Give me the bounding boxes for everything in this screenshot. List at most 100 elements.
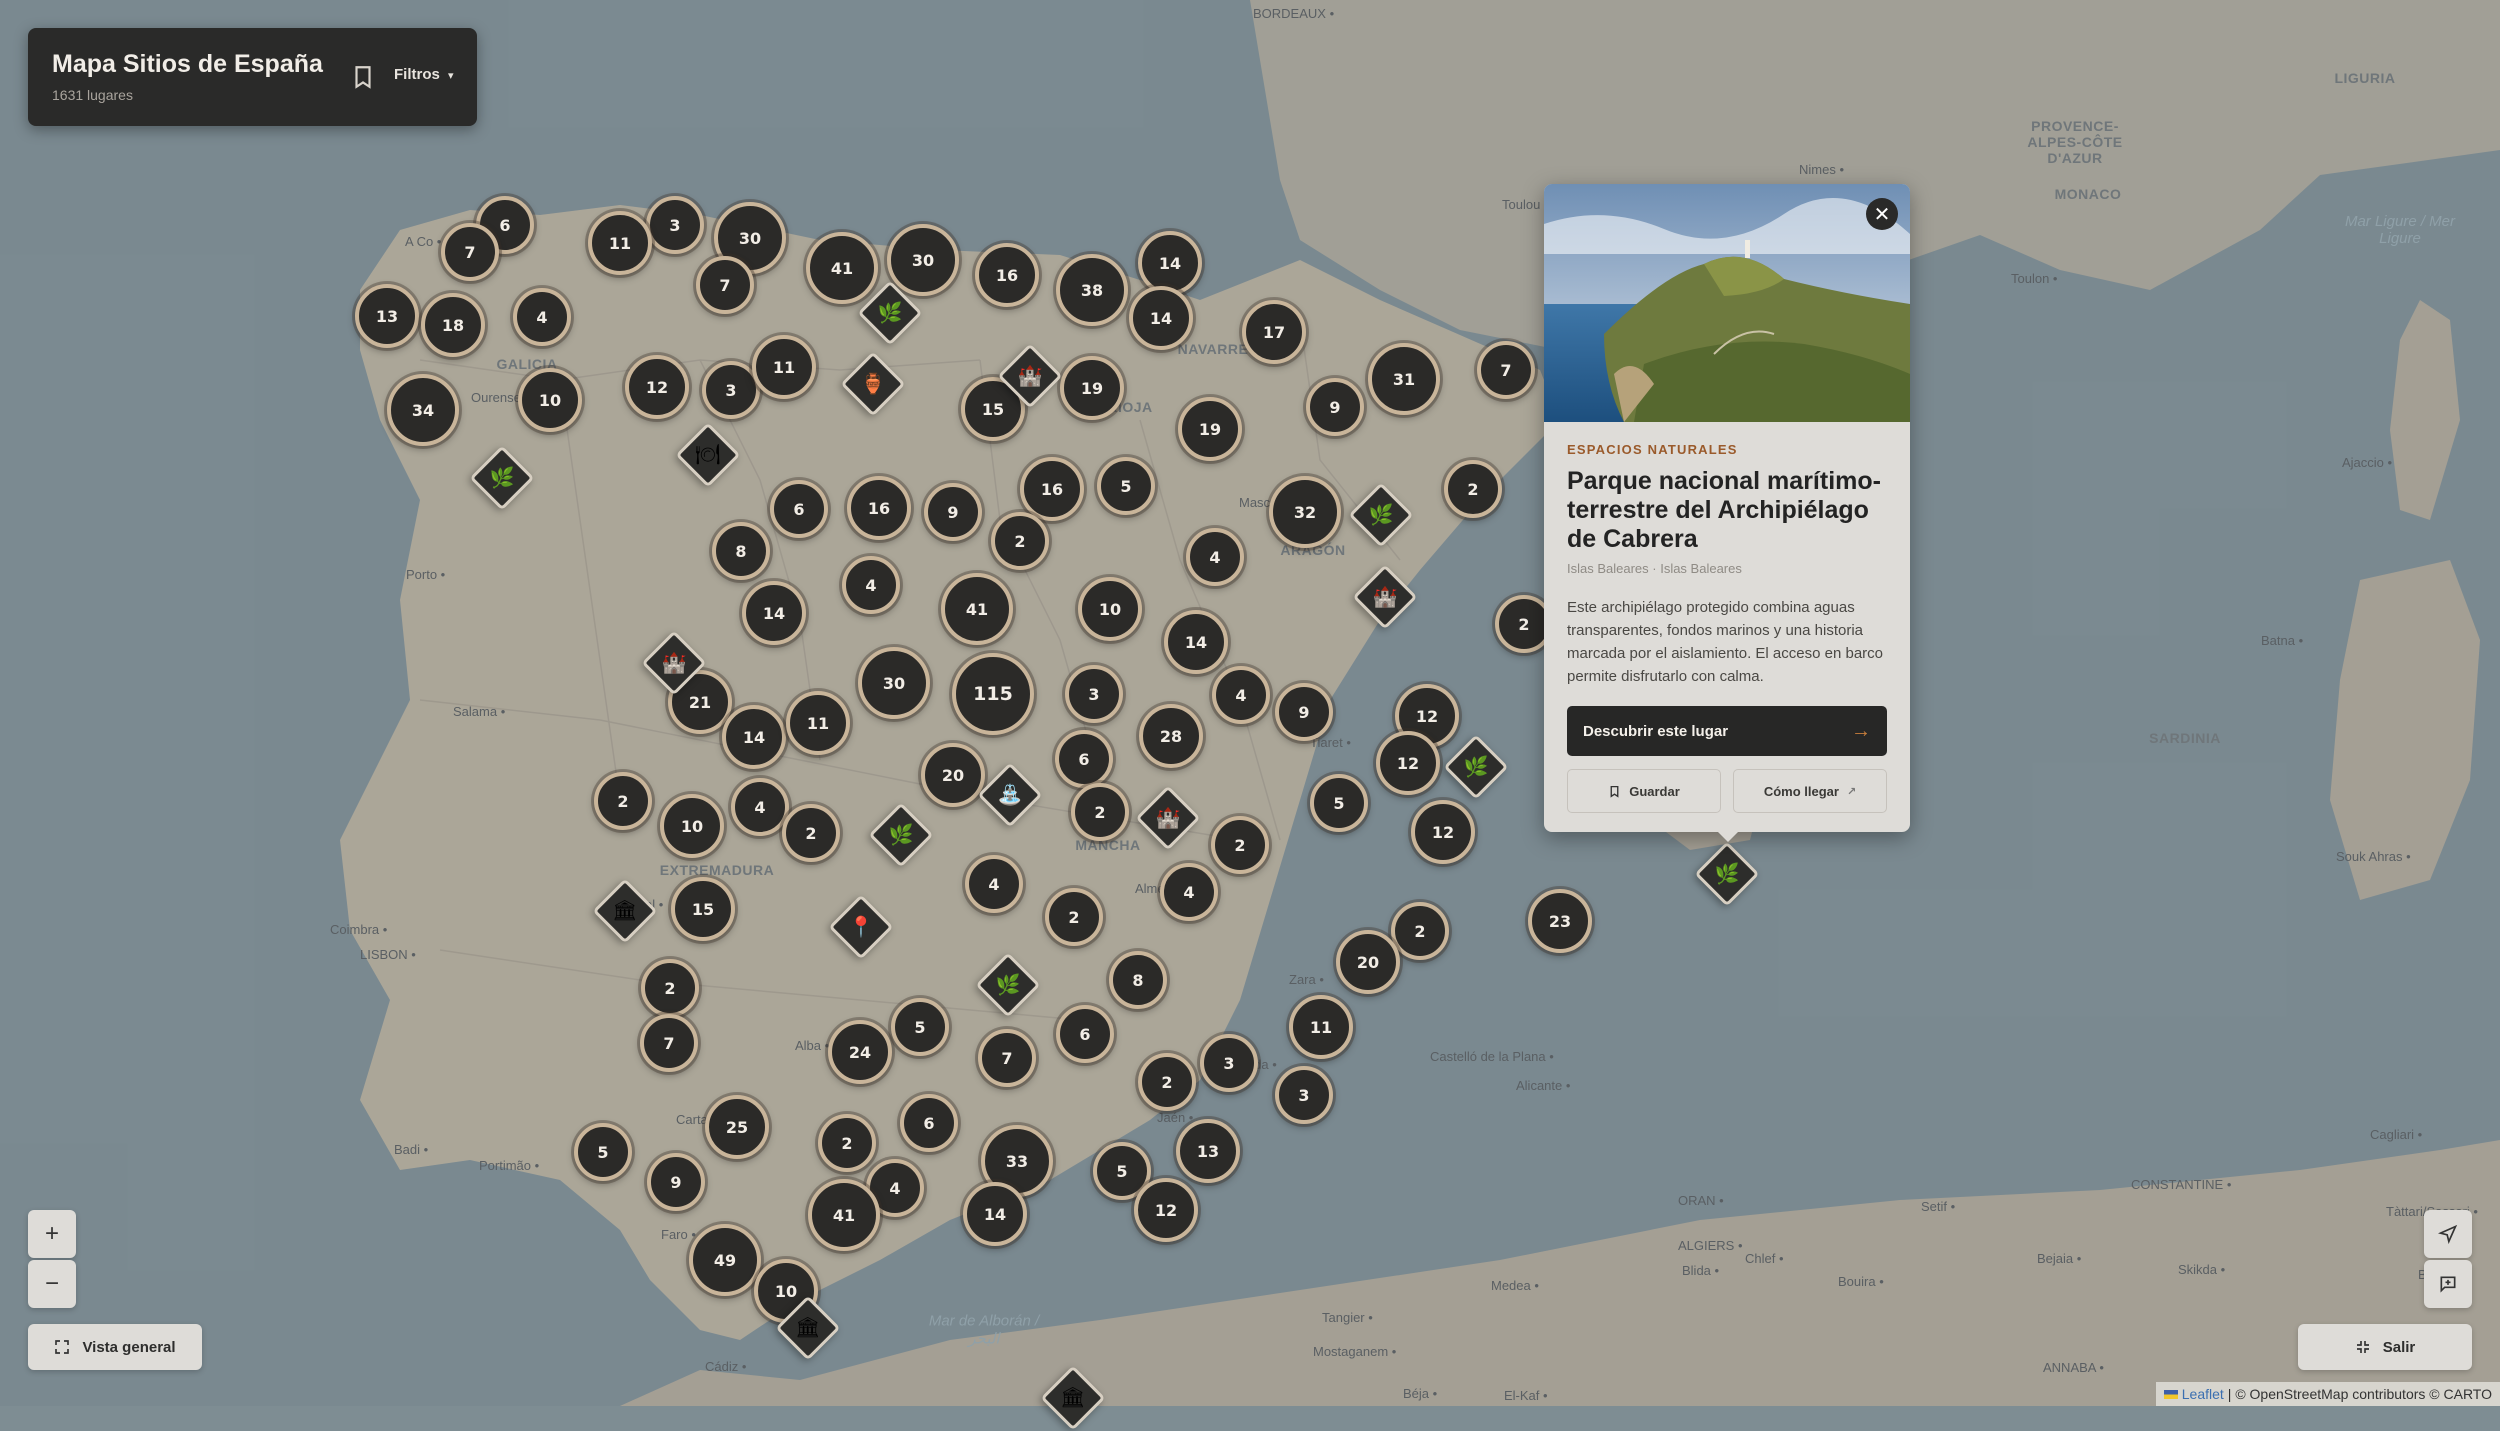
cluster-marker[interactable]: 4	[1212, 666, 1270, 724]
cluster-marker[interactable]: 49	[689, 1224, 761, 1296]
locate-button[interactable]	[2424, 1210, 2472, 1258]
cluster-marker[interactable]: 10	[518, 368, 582, 432]
leaflet-link[interactable]: Leaflet	[2182, 1386, 2224, 1402]
filters-button[interactable]: Filtros ▾	[394, 66, 454, 83]
cluster-marker[interactable]: 7	[441, 223, 499, 281]
cluster-marker[interactable]: 3	[1275, 1066, 1333, 1124]
cluster-marker[interactable]: 12	[1134, 1178, 1198, 1242]
cluster-marker[interactable]: 3	[646, 196, 704, 254]
cluster-marker[interactable]: 20	[1336, 930, 1400, 994]
save-button[interactable]: Guardar	[1567, 769, 1721, 813]
directions-button[interactable]: Cómo llegar ↗	[1733, 769, 1887, 813]
cluster-marker[interactable]: 12	[625, 355, 689, 419]
cluster-marker[interactable]: 2	[818, 1114, 876, 1172]
cluster-marker[interactable]: 41	[808, 1179, 880, 1251]
cluster-marker[interactable]: 30	[858, 647, 930, 719]
cluster-marker[interactable]: 8	[712, 522, 770, 580]
cluster-marker[interactable]: 3	[1065, 665, 1123, 723]
cluster-marker[interactable]: 2	[991, 512, 1049, 570]
exit-button[interactable]: Salir	[2298, 1324, 2472, 1370]
cluster-marker[interactable]: 14	[1129, 286, 1193, 350]
cluster-marker[interactable]: 6	[1056, 1005, 1114, 1063]
cluster-marker[interactable]: 11	[1289, 995, 1353, 1059]
cluster-marker[interactable]: 34	[387, 374, 459, 446]
cluster-marker[interactable]: 115	[952, 653, 1034, 735]
cluster-marker[interactable]: 13	[355, 284, 419, 348]
cluster-marker[interactable]: 31	[1368, 343, 1440, 415]
cluster-marker[interactable]: 10	[1078, 577, 1142, 641]
cluster-marker[interactable]: 19	[1178, 397, 1242, 461]
cluster-marker[interactable]: 10	[660, 794, 724, 858]
cluster-marker[interactable]: 32	[1269, 476, 1341, 548]
cluster-marker[interactable]: 4	[965, 855, 1023, 913]
cluster-marker[interactable]: 6	[1055, 730, 1113, 788]
cluster-marker[interactable]: 14	[742, 581, 806, 645]
cluster-marker[interactable]: 28	[1139, 704, 1203, 768]
cluster-marker[interactable]: 23	[1528, 889, 1592, 953]
cluster-marker[interactable]: 12	[1376, 731, 1440, 795]
cluster-marker[interactable]: 2	[782, 804, 840, 862]
cluster-marker[interactable]: 9	[1306, 378, 1364, 436]
cluster-marker[interactable]: 18	[421, 293, 485, 357]
cluster-marker[interactable]: 9	[924, 483, 982, 541]
cluster-marker[interactable]: 4	[731, 778, 789, 836]
cluster-marker[interactable]: 7	[696, 256, 754, 314]
cluster-marker[interactable]: 30	[887, 224, 959, 296]
discover-button[interactable]: Descubrir este lugar →	[1567, 706, 1887, 756]
cluster-marker[interactable]: 11	[752, 335, 816, 399]
cluster-marker[interactable]: 4	[842, 556, 900, 614]
cluster-marker[interactable]: 6	[770, 480, 828, 538]
cluster-marker[interactable]: 5	[1097, 457, 1155, 515]
cluster-marker[interactable]: 14	[963, 1182, 1027, 1246]
cluster-marker[interactable]: 12	[1411, 800, 1475, 864]
cluster-marker[interactable]: 4	[513, 288, 571, 346]
cluster-marker[interactable]: 7	[978, 1029, 1036, 1087]
cluster-marker[interactable]: 14	[1138, 231, 1202, 295]
cluster-marker[interactable]: 16	[847, 476, 911, 540]
cluster-marker[interactable]: 20	[921, 743, 985, 807]
cluster-marker[interactable]: 9	[1275, 683, 1333, 741]
cluster-marker[interactable]: 8	[1109, 951, 1167, 1009]
cluster-marker[interactable]: 41	[806, 232, 878, 304]
cluster-marker[interactable]: 2	[1071, 783, 1129, 841]
cluster-marker[interactable]: 2	[1138, 1053, 1196, 1111]
cluster-marker[interactable]: 15	[671, 877, 735, 941]
close-button[interactable]: ✕	[1866, 198, 1898, 230]
cluster-marker[interactable]: 5	[1310, 774, 1368, 832]
cluster-marker[interactable]: 7	[640, 1014, 698, 1072]
cluster-marker[interactable]: 9	[647, 1153, 705, 1211]
cluster-marker[interactable]: 11	[786, 691, 850, 755]
cluster-marker[interactable]: 2	[641, 959, 699, 1017]
cluster-marker[interactable]: 19	[1060, 356, 1124, 420]
bookmark-button[interactable]	[350, 64, 376, 90]
cluster-marker[interactable]: 13	[1176, 1119, 1240, 1183]
cluster-marker[interactable]: 11	[588, 211, 652, 275]
cluster-marker[interactable]: 2	[594, 772, 652, 830]
zoom-out-button[interactable]: −	[28, 1260, 76, 1308]
cluster-marker[interactable]: 14	[1164, 610, 1228, 674]
cluster-marker[interactable]: 2	[1211, 816, 1269, 874]
cluster-marker[interactable]: 3	[1200, 1034, 1258, 1092]
cluster-marker[interactable]: 2	[1444, 460, 1502, 518]
cluster-marker[interactable]: 2	[1045, 888, 1103, 946]
cluster-marker[interactable]: 24	[828, 1020, 892, 1084]
cluster-marker[interactable]: 16	[975, 243, 1039, 307]
cluster-marker[interactable]: 4	[1186, 528, 1244, 586]
cluster-marker[interactable]: 5	[891, 998, 949, 1056]
cluster-marker[interactable]: 41	[941, 573, 1013, 645]
zoom-in-button[interactable]: +	[28, 1210, 76, 1258]
place-popup: ✕ ESPACIOS NATURALES Parque nacional mar…	[1544, 184, 1910, 832]
cluster-marker[interactable]: 7	[1477, 341, 1535, 399]
cluster-marker[interactable]: 14	[722, 705, 786, 769]
cluster-marker[interactable]: 2	[1391, 902, 1449, 960]
navigation-arrow-icon	[2438, 1224, 2458, 1244]
feedback-button[interactable]	[2424, 1260, 2472, 1308]
cluster-marker[interactable]: 17	[1242, 300, 1306, 364]
cluster-marker[interactable]: 25	[705, 1095, 769, 1159]
cluster-marker[interactable]: 5	[574, 1123, 632, 1181]
cluster-marker[interactable]: 4	[1160, 863, 1218, 921]
cluster-marker[interactable]: 16	[1020, 457, 1084, 521]
cluster-marker[interactable]: 6	[900, 1094, 958, 1152]
overview-button[interactable]: Vista general	[28, 1324, 202, 1370]
cluster-marker[interactable]: 38	[1056, 254, 1128, 326]
